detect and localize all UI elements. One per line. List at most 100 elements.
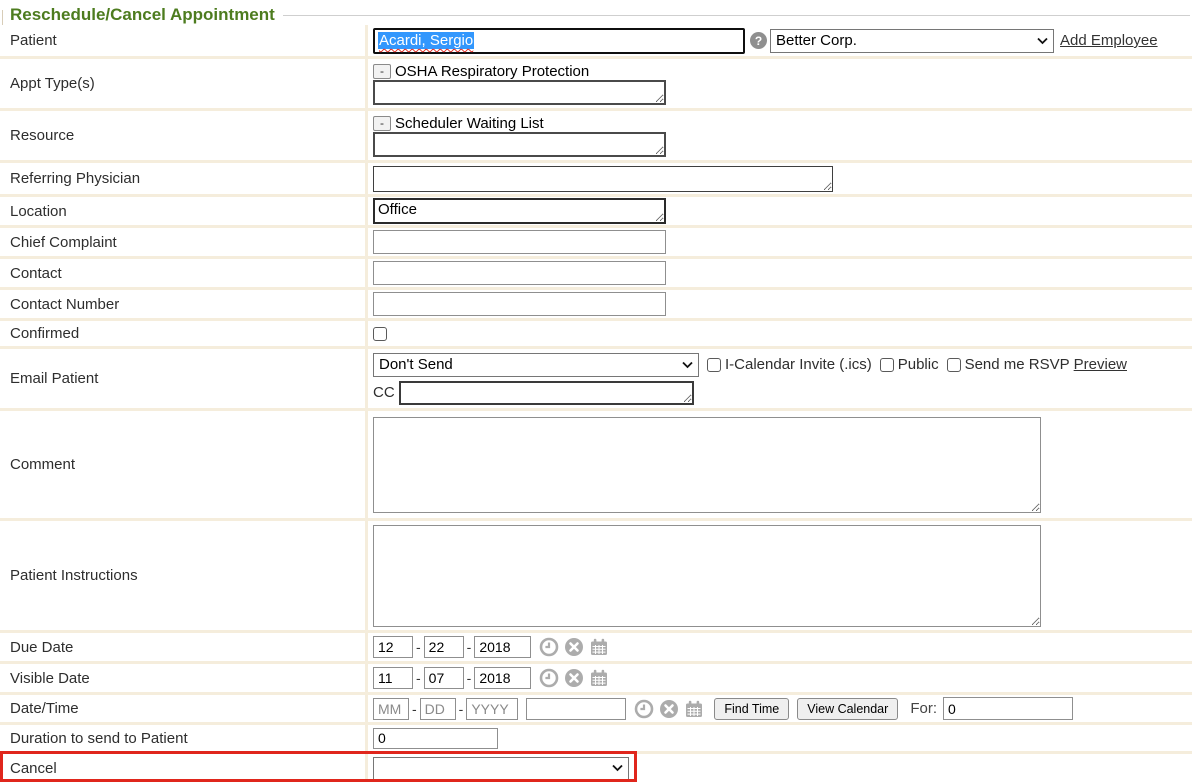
appointment-form: Patient Acardi, Sergio ? Better Corp. Ad… (0, 25, 1192, 782)
for-label: For: (910, 700, 937, 717)
time-input[interactable] (526, 698, 626, 720)
send-me-rsvp-checkbox[interactable] (947, 358, 961, 372)
patient-label: Patient (10, 32, 57, 49)
date-time-day-input[interactable] (420, 698, 456, 720)
visible-date-year-input[interactable] (474, 667, 531, 689)
row-contact: Contact (0, 259, 1192, 290)
row-confirmed: Confirmed (0, 321, 1192, 349)
comment-input[interactable] (373, 417, 1041, 513)
due-date-month-input[interactable] (373, 636, 413, 658)
row-referring-physician: Referring Physician (0, 163, 1192, 197)
date-separator: - (467, 639, 472, 655)
row-location: Location Office (0, 197, 1192, 228)
clear-date-icon[interactable] (564, 668, 584, 688)
due-date-label: Due Date (10, 639, 73, 656)
appt-types-selected: OSHA Respiratory Protection (395, 63, 589, 80)
chevron-down-icon (612, 764, 623, 772)
referring-physician-label: Referring Physician (10, 170, 140, 187)
date-separator: - (416, 670, 421, 686)
company-select[interactable]: Better Corp. (770, 29, 1054, 53)
contact-number-label: Contact Number (10, 296, 119, 313)
row-chief-complaint: Chief Complaint (0, 228, 1192, 259)
row-contact-number: Contact Number (0, 290, 1192, 321)
date-separator: - (412, 701, 417, 717)
date-time-month-input[interactable] (373, 698, 409, 720)
appt-types-label: Appt Type(s) (10, 75, 95, 92)
row-patient: Patient Acardi, Sergio ? Better Corp. Ad… (0, 25, 1192, 59)
for-input[interactable] (943, 697, 1073, 720)
date-separator: - (416, 639, 421, 655)
row-comment: Comment (0, 411, 1192, 521)
visible-date-month-input[interactable] (373, 667, 413, 689)
visible-date-label: Visible Date (10, 670, 90, 687)
contact-input[interactable] (373, 261, 666, 285)
send-me-rsvp-label: Send me RSVP (965, 356, 1070, 373)
public-label: Public (898, 356, 939, 373)
view-calendar-button[interactable]: View Calendar (797, 698, 898, 720)
clear-date-icon[interactable] (659, 699, 679, 719)
date-time-year-input[interactable] (466, 698, 518, 720)
preview-link[interactable]: Preview (1074, 356, 1127, 373)
date-time-label: Date/Time (10, 700, 79, 717)
comment-label: Comment (10, 456, 75, 473)
row-email-patient: Email Patient Don't Send I-Calendar Invi… (0, 349, 1192, 411)
resource-selected: Scheduler Waiting List (395, 115, 544, 132)
row-appt-types: Appt Type(s) - OSHA Respiratory Protecti… (0, 59, 1192, 111)
chief-complaint-label: Chief Complaint (10, 234, 117, 251)
row-due-date: Due Date - - (0, 633, 1192, 664)
clear-date-icon[interactable] (564, 637, 584, 657)
duration-label: Duration to send to Patient (10, 730, 188, 747)
row-date-time: Date/Time - - Find Time View Calendar Fo… (0, 695, 1192, 725)
public-checkbox[interactable] (880, 358, 894, 372)
calendar-icon[interactable] (589, 668, 609, 688)
icalendar-invite-checkbox[interactable] (707, 358, 721, 372)
contact-number-input[interactable] (373, 292, 666, 316)
cancel-label: Cancel (10, 760, 57, 777)
cc-input[interactable] (399, 381, 694, 405)
patient-instructions-input[interactable] (373, 525, 1041, 627)
icalendar-invite-label: I-Calendar Invite (.ics) (725, 356, 872, 373)
clock-icon[interactable] (539, 668, 559, 688)
row-patient-instructions: Patient Instructions (0, 521, 1192, 633)
chevron-down-icon (1037, 37, 1048, 45)
row-duration: Duration to send to Patient (0, 725, 1192, 754)
row-cancel: Cancel (0, 754, 1192, 782)
patient-instructions-label: Patient Instructions (10, 567, 138, 584)
reschedule-cancel-appointment-page: Reschedule/Cancel Appointment Patient Ac… (0, 0, 1192, 782)
appt-types-input[interactable] (373, 80, 666, 105)
due-date-day-input[interactable] (424, 636, 464, 658)
calendar-icon[interactable] (589, 637, 609, 657)
patient-input[interactable]: Acardi, Sergio (373, 28, 745, 54)
location-input[interactable]: Office (373, 198, 666, 224)
due-date-year-input[interactable] (474, 636, 531, 658)
appt-types-collapse-button[interactable]: - (373, 64, 391, 79)
contact-label: Contact (10, 265, 62, 282)
row-resource: Resource - Scheduler Waiting List (0, 111, 1192, 163)
patient-input-selected-text: Acardi, Sergio (378, 32, 474, 49)
page-title: Reschedule/Cancel Appointment (10, 5, 275, 25)
help-icon[interactable]: ? (750, 32, 767, 49)
email-patient-label: Email Patient (10, 370, 98, 387)
visible-date-day-input[interactable] (424, 667, 464, 689)
email-send-select[interactable]: Don't Send (373, 353, 699, 377)
date-separator: - (459, 701, 464, 717)
clock-icon[interactable] (539, 637, 559, 657)
resource-label: Resource (10, 127, 74, 144)
find-time-button[interactable]: Find Time (714, 698, 789, 720)
referring-physician-input[interactable] (373, 166, 833, 192)
company-select-value: Better Corp. (776, 32, 857, 49)
resource-collapse-button[interactable]: - (373, 116, 391, 131)
add-employee-link[interactable]: Add Employee (1060, 32, 1158, 49)
duration-input[interactable] (373, 728, 498, 749)
cancel-select[interactable] (373, 757, 629, 780)
date-separator: - (467, 670, 472, 686)
confirmed-checkbox[interactable] (373, 327, 387, 341)
calendar-icon[interactable] (684, 699, 704, 719)
resource-input[interactable] (373, 132, 666, 157)
location-label: Location (10, 203, 67, 220)
clock-icon[interactable] (634, 699, 654, 719)
cc-label: CC (373, 384, 395, 401)
chevron-down-icon (682, 361, 693, 369)
chief-complaint-input[interactable] (373, 230, 666, 254)
header-divider (283, 15, 1190, 16)
